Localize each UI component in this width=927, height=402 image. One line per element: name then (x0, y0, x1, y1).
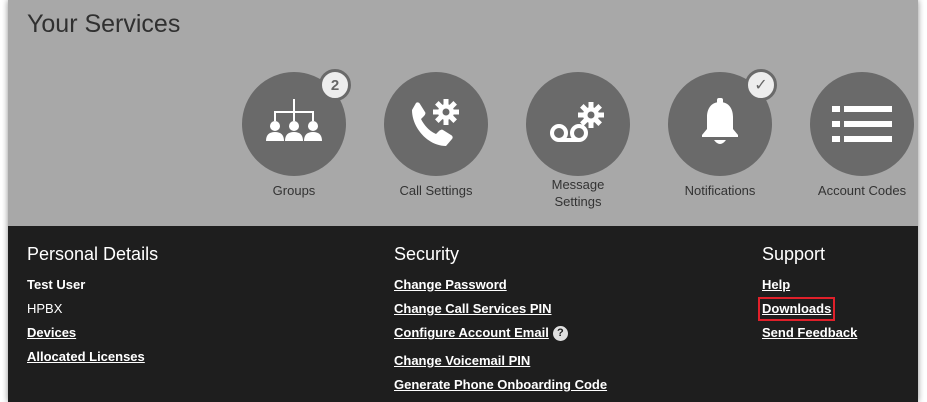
help-link[interactable]: Help (762, 277, 790, 292)
groups-count-badge: 2 (319, 69, 351, 101)
tile-label-account-codes: Account Codes (817, 183, 907, 198)
tile-message-settings[interactable]: Message Settings (523, 72, 633, 222)
tile-call-settings[interactable]: Call Settings (381, 72, 491, 222)
message-settings-circle[interactable] (526, 72, 630, 176)
downloads-link[interactable]: Downloads (762, 301, 831, 316)
change-call-services-pin-link[interactable]: Change Call Services PIN (394, 301, 552, 316)
security-column: Security Change Password Change Call Ser… (394, 244, 607, 401)
account-details-panel: Personal Details Test User HPBX Devices … (8, 226, 918, 402)
tile-groups[interactable]: 2 Groups (239, 69, 351, 222)
call-settings-circle[interactable] (384, 72, 488, 176)
user-name: Test User (27, 277, 86, 292)
voicemail-settings-icon (550, 102, 604, 142)
services-title: Your Services (27, 10, 181, 38)
tile-label-message-settings: Message Settings (513, 176, 643, 210)
configure-account-email-link[interactable]: Configure Account Email (394, 325, 549, 340)
list-icon (832, 106, 892, 142)
call-settings-icon (412, 99, 459, 146)
help-question-icon[interactable]: ? (552, 326, 568, 342)
tile-label-call-settings: Call Settings (399, 183, 473, 198)
personal-details-title: Personal Details (27, 244, 159, 264)
change-password-link[interactable]: Change Password (394, 277, 507, 292)
services-panel: Your Services 2 Groups Call Settings Mes… (8, 0, 918, 226)
generate-onboarding-code-link[interactable]: Generate Phone Onboarding Code (394, 377, 607, 392)
groups-icon (266, 99, 322, 141)
downloads-highlight-box: Downloads (757, 297, 836, 321)
personal-details-column: Personal Details Test User HPBX Devices … (27, 244, 158, 373)
page-frame: Your Services 2 Groups Call Settings Mes… (8, 0, 918, 402)
notifications-check-badge: ✓ (745, 69, 777, 101)
allocated-licenses-link[interactable]: Allocated Licenses (27, 349, 145, 364)
message-settings-text: Message Settings (551, 177, 605, 209)
tile-label-groups: Groups (272, 183, 316, 198)
support-title: Support (762, 244, 826, 264)
tile-notifications[interactable]: ✓ Notifications (665, 69, 777, 222)
devices-link[interactable]: Devices (27, 325, 76, 340)
product-name: HPBX (27, 301, 63, 316)
change-voicemail-pin-link[interactable]: Change Voicemail PIN (394, 353, 530, 368)
security-title: Security (394, 244, 460, 264)
bell-icon (702, 98, 738, 144)
account-codes-circle[interactable] (810, 72, 914, 176)
tile-account-codes[interactable]: Account Codes (807, 72, 917, 222)
tile-label-notifications: Notifications (684, 183, 756, 198)
support-column: Support Help Downloads Send Feedback (757, 244, 857, 349)
send-feedback-link[interactable]: Send Feedback (762, 325, 857, 340)
